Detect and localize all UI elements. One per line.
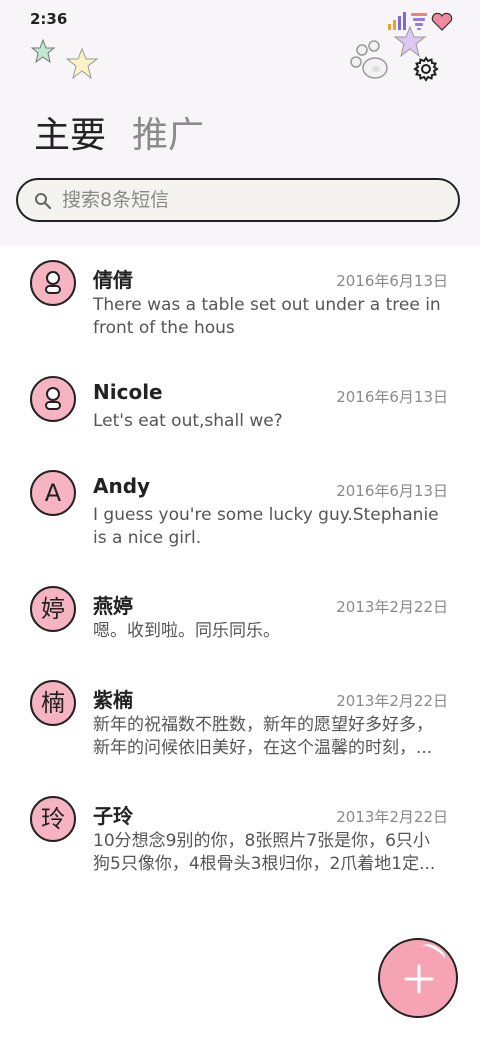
message-item[interactable]: 婷 燕婷 2013年2月22日 嗯。收到啦。同乐同乐。 bbox=[0, 572, 480, 666]
contact-name: 子玲 bbox=[93, 804, 133, 828]
avatar-initial: A bbox=[44, 479, 62, 507]
fab-highlight bbox=[417, 940, 449, 967]
message-item[interactable]: 楠 紫楠 2013年2月22日 新年的祝福数不胜数，新年的愿望好多好多，新年的问… bbox=[0, 666, 480, 782]
message-date: 2013年2月22日 bbox=[336, 598, 448, 616]
gear-icon[interactable] bbox=[412, 55, 440, 83]
message-preview: There was a table set out under a tree i… bbox=[93, 295, 441, 338]
star-yellow-icon bbox=[65, 47, 99, 80]
search-input[interactable] bbox=[62, 186, 442, 214]
avatar: 玲 bbox=[30, 796, 76, 842]
message-preview: 嗯。收到啦。同乐同乐。 bbox=[93, 621, 280, 641]
message-preview: I guess you're some lucky guy.Stephanie … bbox=[93, 505, 439, 548]
star-green-icon bbox=[30, 38, 56, 64]
message-preview: Let's eat out,shall we? bbox=[93, 411, 283, 431]
message-date: 2016年6月13日 bbox=[336, 482, 448, 500]
contact-name: 倩倩 bbox=[93, 268, 133, 292]
avatar bbox=[30, 376, 76, 422]
contact-name: 紫楠 bbox=[93, 688, 133, 712]
person-icon bbox=[45, 387, 61, 410]
avatar: A bbox=[30, 470, 76, 516]
search-bar[interactable] bbox=[16, 178, 460, 222]
status-time: 2:36 bbox=[30, 10, 68, 28]
contact-name: 燕婷 bbox=[93, 594, 133, 618]
avatar bbox=[30, 260, 76, 306]
contact-name: Nicole bbox=[93, 380, 163, 404]
avatar: 婷 bbox=[30, 586, 76, 632]
tab-promotions[interactable]: 推广 bbox=[132, 106, 204, 158]
avatar-initial: 楠 bbox=[41, 689, 65, 717]
header: 2:36 主要 推广 bbox=[0, 0, 480, 246]
search-icon bbox=[35, 193, 52, 210]
paw-icon bbox=[350, 40, 388, 79]
message-item[interactable]: Nicole 2016年6月13日 Let's eat out,shall we… bbox=[0, 362, 480, 456]
message-preview: 新年的祝福数不胜数，新年的愿望好多好多，新年的问候依旧美好，在这个温馨的时刻，.… bbox=[93, 715, 433, 758]
message-date: 2013年2月22日 bbox=[336, 808, 448, 826]
person-icon bbox=[45, 271, 61, 294]
message-date: 2013年2月22日 bbox=[336, 692, 448, 710]
message-date: 2016年6月13日 bbox=[336, 388, 448, 406]
tab-main[interactable]: 主要 bbox=[34, 106, 106, 158]
avatar-initial: 婷 bbox=[41, 595, 65, 623]
heart-icon bbox=[431, 12, 453, 31]
contact-name: Andy bbox=[93, 474, 151, 498]
message-preview: 10分想念9别的你，8张照片7张是你，6只小狗5只像你，4根骨头3根归你，2爪着… bbox=[93, 831, 436, 874]
message-item[interactable]: 玲 子玲 2013年2月22日 10分想念9别的你，8张照片7张是你，6只小狗5… bbox=[0, 782, 480, 898]
message-item[interactable]: 倩倩 2016年6月13日 There was a table set out … bbox=[0, 246, 480, 362]
message-date: 2016年6月13日 bbox=[336, 272, 448, 290]
avatar-initial: 玲 bbox=[41, 805, 65, 833]
plus-icon bbox=[404, 964, 434, 994]
avatar: 楠 bbox=[30, 680, 76, 726]
message-item[interactable]: A Andy 2016年6月13日 I guess you're some lu… bbox=[0, 456, 480, 572]
new-message-button[interactable] bbox=[378, 938, 458, 1018]
